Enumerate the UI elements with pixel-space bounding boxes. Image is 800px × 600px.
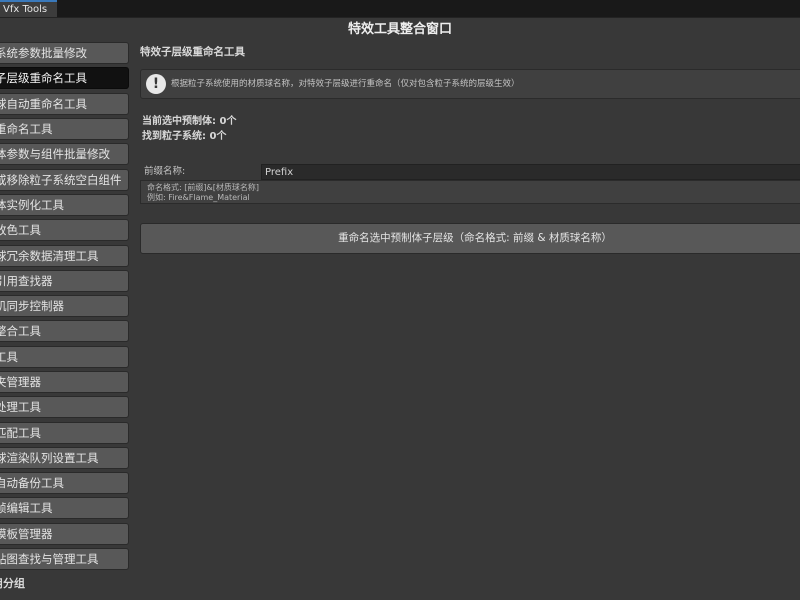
sidebar-item-object-instancing[interactable]: 体实例化工具 — [0, 194, 129, 216]
window-tab-bar: Vfx Tools — [0, 0, 800, 18]
sidebar-item-folder-manager[interactable]: 夹管理器 — [0, 371, 129, 393]
selected-prefab-count: 当前选中预制体: 0个 — [142, 116, 237, 127]
exclamation-icon: ! — [146, 74, 166, 94]
prefix-label: 前缀名称: — [144, 166, 186, 177]
sidebar-item-remove-empty-components[interactable]: 或移除粒子系统空白组件 — [0, 169, 129, 191]
help-box: ! 根据粒子系统使用的材质球名称，对特效子层级进行重命名（仅对包含粒子系统的层级… — [140, 69, 800, 99]
sidebar-item-texture-finder[interactable]: 贴图查找与管理工具 — [0, 548, 129, 570]
sidebar-item-material-cleanup[interactable]: 球冗余数据清理工具 — [0, 245, 129, 267]
tab-vfx-tools[interactable]: Vfx Tools — [0, 0, 57, 17]
window-title: 特效工具整合窗口 — [347, 22, 452, 37]
sidebar-item-tool[interactable]: 工具 — [0, 346, 129, 368]
sidebar-item-integration-tool[interactable]: 整合工具 — [0, 320, 129, 342]
sidebar-item-recolor-tool[interactable]: 改色工具 — [0, 219, 129, 241]
sidebar-item-reference-finder[interactable]: 引用查找器 — [0, 270, 129, 292]
sidebar-item-render-queue[interactable]: 球渲染队列设置工具 — [0, 447, 129, 469]
sidebar-item-frame-editor[interactable]: 帧编辑工具 — [0, 497, 129, 519]
help-text: 根据粒子系统使用的材质球名称，对特效子层级进行重命名（仅对包含粒子系统的层级生效… — [171, 79, 520, 89]
sidebar-item-object-component-batch[interactable]: 体参数与组件批量修改 — [0, 143, 129, 165]
sidebar-item-template-manager[interactable]: 模板管理器 — [0, 523, 129, 545]
sidebar-item-matching-tool[interactable]: 匹配工具 — [0, 422, 129, 444]
sidebar-item-processing-tool[interactable]: 处理工具 — [0, 396, 129, 418]
sidebar-item-particle-param-batch[interactable]: 系统参数批量修改 — [0, 42, 129, 64]
format-example-line: 例如: Fire&Flame_Material — [147, 193, 250, 202]
format-hint-box: 命名格式: [前缀]&[材质球名称] 例如: Fire&Flame_Materi… — [140, 180, 800, 204]
sidebar-item-child-rename[interactable]: 子层级重命名工具 — [0, 67, 129, 89]
sidebar-group-label: 用分组 — [0, 577, 25, 590]
sidebar-item-camera-sync[interactable]: 机同步控制器 — [0, 295, 129, 317]
section-title: 特效子层级重命名工具 — [140, 46, 245, 58]
particle-system-count: 找到粒子系统: 0个 — [142, 131, 227, 142]
tool-panel: 特效子层级重命名工具 ! 根据粒子系统使用的材质球名称，对特效子层级进行重命名（… — [138, 42, 800, 600]
sidebar-item-auto-backup[interactable]: 自动备份工具 — [0, 472, 129, 494]
tool-sidebar: 系统参数批量修改 子层级重命名工具 球自动重命名工具 重命名工具 体参数与组件批… — [0, 42, 130, 600]
sidebar-item-rename-tool[interactable]: 重命名工具 — [0, 118, 129, 140]
sidebar-item-material-auto-rename[interactable]: 球自动重命名工具 — [0, 93, 129, 115]
rename-children-button[interactable]: 重命名选中预制体子层级（命名格式: 前缀 & 材质球名称） — [140, 223, 800, 254]
prefix-row: 前缀名称: — [140, 164, 800, 180]
prefix-input[interactable] — [261, 164, 800, 180]
